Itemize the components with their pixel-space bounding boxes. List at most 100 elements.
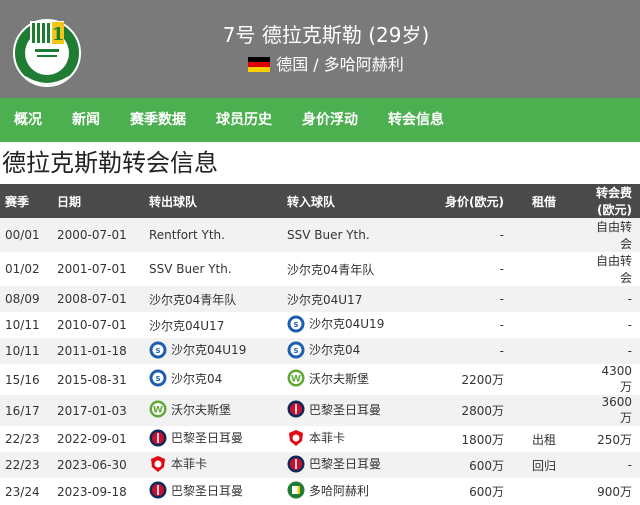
nav-market-value[interactable]: 身价浮动 bbox=[287, 98, 373, 142]
team-link[interactable]: 本菲卡 bbox=[149, 455, 207, 473]
cell-value: - bbox=[419, 312, 504, 339]
nav-season-stats[interactable]: 赛季数据 bbox=[115, 98, 201, 142]
cell-loan bbox=[504, 338, 592, 365]
cell-from-team: W 沃尔夫斯堡 bbox=[149, 395, 287, 427]
col-date: 日期 bbox=[57, 184, 149, 218]
cell-value: 2800万 bbox=[419, 395, 504, 427]
cell-fee: 3600万 bbox=[592, 395, 640, 427]
cell-from-team: S 沙尔克04U19 bbox=[149, 338, 287, 365]
psg-crest-icon bbox=[287, 455, 305, 473]
team-link[interactable]: 沙尔克04青年队 bbox=[149, 291, 236, 308]
team-name: 沙尔克04 bbox=[171, 371, 223, 386]
team-link[interactable]: 多哈阿赫利 bbox=[287, 481, 369, 499]
team-name: 多哈阿赫利 bbox=[309, 483, 370, 498]
benfica-crest-icon bbox=[149, 455, 167, 473]
team-link[interactable]: 巴黎圣日耳曼 bbox=[149, 481, 243, 499]
team-link[interactable]: S 沙尔克04U19 bbox=[149, 341, 246, 359]
team-link[interactable]: SSV Buer Yth. bbox=[287, 228, 370, 242]
table-row: 16/17 2017-01-03 W 沃尔夫斯堡 巴黎圣日耳曼 2800万 3600万 bbox=[0, 395, 640, 427]
cell-season: 16/17 bbox=[0, 395, 57, 427]
cell-season: 23/24 bbox=[0, 478, 57, 505]
cell-value: - bbox=[419, 252, 504, 286]
wolfsburg-crest-icon: W bbox=[287, 369, 305, 387]
team-name: 沙尔克04U17 bbox=[287, 292, 363, 307]
nav-bar: 概况 新闻 赛季数据 球员历史 身价浮动 转会信息 bbox=[0, 98, 640, 142]
team-name: Rentfort Yth. bbox=[149, 228, 225, 242]
cell-to-team: 多哈阿赫利 bbox=[287, 478, 419, 505]
cell-loan bbox=[504, 218, 592, 252]
team-link[interactable]: 沙尔克04U17 bbox=[149, 317, 224, 334]
team-link[interactable]: 本菲卡 bbox=[287, 429, 345, 447]
team-name: 本菲卡 bbox=[309, 431, 346, 446]
cell-date: 2017-01-03 bbox=[57, 395, 149, 427]
nav-overview[interactable]: 概况 bbox=[0, 98, 57, 142]
team-link[interactable]: 沙尔克04青年队 bbox=[287, 261, 374, 278]
cell-season: 15/16 bbox=[0, 364, 57, 396]
team-name: 沙尔克04 bbox=[309, 343, 361, 358]
cell-to-team: SSV Buer Yth. bbox=[287, 218, 419, 252]
cell-value: - bbox=[419, 338, 504, 365]
cell-season: 22/23 bbox=[0, 426, 57, 453]
cell-season: 10/11 bbox=[0, 312, 57, 339]
player-nationality-club: 德国 / 多哈阿赫利 bbox=[0, 55, 640, 75]
psg-crest-icon bbox=[149, 481, 167, 499]
nav-news[interactable]: 新闻 bbox=[57, 98, 115, 142]
nav-transfers[interactable]: 转会信息 bbox=[373, 98, 459, 142]
svg-text:W: W bbox=[291, 375, 301, 385]
cell-to-team: 巴黎圣日耳曼 bbox=[287, 395, 419, 427]
cell-value: 600万 bbox=[419, 478, 504, 505]
player-title: 7号 德拉克斯勒 (29岁) bbox=[222, 23, 430, 47]
subline-text: 德国 / 多哈阿赫利 bbox=[276, 55, 404, 74]
team-link[interactable]: Rentfort Yth. bbox=[149, 228, 225, 242]
cell-fee: - bbox=[592, 338, 640, 365]
cell-fee: 250万 bbox=[592, 426, 640, 453]
team-link[interactable]: W 沃尔夫斯堡 bbox=[149, 400, 231, 418]
cell-fee: 900万 bbox=[592, 478, 640, 505]
cell-loan bbox=[504, 395, 592, 427]
team-link[interactable]: S 沙尔克04U19 bbox=[287, 315, 384, 333]
team-link[interactable]: SSV Buer Yth. bbox=[149, 262, 232, 276]
page-title: 德拉克斯勒转会信息 bbox=[2, 149, 218, 177]
team-name: 沙尔克04青年队 bbox=[287, 262, 375, 277]
team-name: 巴黎圣日耳曼 bbox=[309, 402, 382, 417]
team-link[interactable]: 巴黎圣日耳曼 bbox=[287, 400, 381, 418]
cell-date: 2022-09-01 bbox=[57, 426, 149, 453]
team-link[interactable]: W 沃尔夫斯堡 bbox=[287, 369, 369, 387]
col-season: 赛季 bbox=[0, 184, 57, 218]
svg-text:S: S bbox=[155, 375, 160, 383]
table-row: 23/24 2023-09-18 巴黎圣日耳曼 多哈阿赫利 600万 900万 bbox=[0, 478, 640, 505]
team-link[interactable]: S 沙尔克04 bbox=[287, 341, 360, 359]
schalke-crest-icon: S bbox=[287, 315, 305, 333]
cell-date: 2008-07-01 bbox=[57, 286, 149, 313]
player-header: 1 7号 德拉克斯勒 (29岁) 德国 / 多哈阿赫利 bbox=[0, 0, 640, 98]
cell-date: 2011-01-18 bbox=[57, 338, 149, 365]
table-row: 10/11 2010-07-01 沙尔克04U17 S 沙尔克04U19 - - bbox=[0, 312, 640, 339]
team-link[interactable]: S 沙尔克04 bbox=[149, 369, 222, 387]
cell-value: 1800万 bbox=[419, 426, 504, 453]
team-link[interactable]: 巴黎圣日耳曼 bbox=[149, 429, 243, 447]
cell-value: - bbox=[419, 218, 504, 252]
cell-fee: - bbox=[592, 286, 640, 313]
svg-text:S: S bbox=[293, 347, 298, 355]
cell-to-team: W 沃尔夫斯堡 bbox=[287, 364, 419, 396]
cell-loan bbox=[504, 312, 592, 339]
cell-from-team: Rentfort Yth. bbox=[149, 218, 287, 252]
nav-player-history[interactable]: 球员历史 bbox=[201, 98, 287, 142]
cell-date: 2000-07-01 bbox=[57, 218, 149, 252]
col-from: 转出球队 bbox=[149, 184, 287, 218]
cell-from-team: 巴黎圣日耳曼 bbox=[149, 478, 287, 505]
cell-fee: 4300万 bbox=[592, 364, 640, 396]
svg-text:W: W bbox=[153, 406, 163, 416]
team-link[interactable]: 沙尔克04U17 bbox=[287, 291, 362, 308]
transfer-table: 赛季 日期 转出球队 转入球队 身价(欧元) 租借 转会费(欧元) 00/01 2… bbox=[0, 184, 640, 505]
team-name: 沃尔夫斯堡 bbox=[309, 371, 370, 386]
wolfsburg-crest-icon: W bbox=[149, 400, 167, 418]
cell-fee: - bbox=[592, 312, 640, 339]
cell-date: 2015-08-31 bbox=[57, 364, 149, 396]
cell-season: 08/09 bbox=[0, 286, 57, 313]
col-loan: 租借 bbox=[504, 184, 592, 218]
table-header-row: 赛季 日期 转出球队 转入球队 身价(欧元) 租借 转会费(欧元) bbox=[0, 184, 640, 218]
cell-to-team: 本菲卡 bbox=[287, 426, 419, 453]
col-value: 身价(欧元) bbox=[419, 184, 504, 218]
team-link[interactable]: 巴黎圣日耳曼 bbox=[287, 455, 381, 473]
